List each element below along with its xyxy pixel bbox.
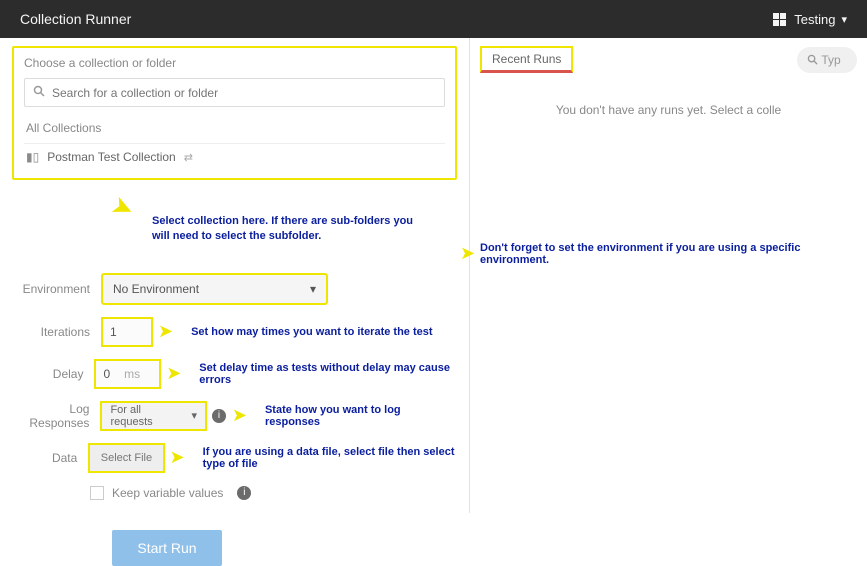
- iterations-input[interactable]: 1: [102, 318, 152, 346]
- arrow-icon: ➤: [158, 321, 173, 342]
- left-pane: Choose a collection or folder All Collec…: [0, 38, 470, 513]
- keep-values-checkbox[interactable]: [90, 486, 104, 500]
- empty-runs-message: You don't have any runs yet. Select a co…: [480, 103, 857, 117]
- all-collections-label: All Collections: [24, 117, 445, 143]
- annotation-data: If you are using a data file, select fil…: [203, 446, 457, 470]
- keep-values-label: Keep variable values: [112, 486, 223, 500]
- recent-runs-tab[interactable]: Recent Runs: [480, 46, 573, 73]
- collection-row[interactable]: ▮▯ Postman Test Collection ⇄: [24, 143, 445, 170]
- choose-collection-panel: Choose a collection or folder All Collec…: [12, 46, 457, 180]
- annotation-collection: ➤ Select collection here. If there are s…: [12, 194, 457, 244]
- annotation-iterations: Set how may times you want to iterate th…: [191, 326, 432, 338]
- share-icon: ⇄: [184, 151, 193, 164]
- iterations-label: Iterations: [12, 325, 102, 339]
- select-file-button[interactable]: Select File: [89, 444, 163, 472]
- annotation-text: Select collection here. If there are sub…: [152, 214, 422, 244]
- collection-search-input[interactable]: [52, 86, 436, 100]
- chevron-down-icon: ▾: [191, 409, 197, 422]
- annotation-log: State how you want to log responses: [265, 404, 457, 428]
- arrow-icon: ➤: [460, 243, 475, 264]
- collection-search[interactable]: [24, 78, 445, 107]
- environment-value: No Environment: [113, 282, 199, 296]
- log-responses-label: Log Responses: [12, 402, 101, 430]
- folder-icon: ▮▯: [26, 150, 39, 164]
- chevron-down-icon: ▾: [841, 13, 847, 26]
- arrow-icon: ➤: [232, 405, 247, 426]
- header-environment[interactable]: Testing ▾: [772, 12, 847, 27]
- right-pane: Recent Runs Typ You don't have any runs …: [470, 38, 867, 513]
- choose-title: Choose a collection or folder: [24, 56, 445, 70]
- header-bar: Collection Runner Testing ▾: [0, 0, 867, 38]
- info-icon[interactable]: i: [237, 486, 251, 500]
- data-label: Data: [12, 451, 89, 465]
- arrow-icon: ➤: [108, 191, 139, 224]
- runs-search[interactable]: Typ: [797, 47, 857, 73]
- app-title: Collection Runner: [20, 11, 131, 27]
- delay-label: Delay: [12, 367, 95, 381]
- info-icon[interactable]: i: [212, 409, 226, 423]
- search-icon: [33, 85, 45, 100]
- grid-icon: [772, 12, 786, 26]
- start-run-button[interactable]: Start Run: [112, 530, 222, 566]
- annotation-delay: Set delay time as tests without delay ma…: [199, 362, 457, 386]
- collection-name: Postman Test Collection: [47, 150, 176, 164]
- arrow-icon: ➤: [170, 447, 185, 468]
- log-responses-dropdown[interactable]: For all requests ▾: [101, 402, 206, 430]
- annotation-environment: Don't forget to set the environment if y…: [480, 242, 840, 266]
- search-icon: [807, 54, 818, 65]
- arrow-icon: ➤: [166, 363, 181, 384]
- environment-label: Environment: [12, 282, 102, 296]
- header-env-label: Testing: [794, 12, 835, 27]
- environment-dropdown[interactable]: No Environment ▾: [102, 274, 327, 304]
- delay-input[interactable]: 0 ms: [95, 360, 160, 388]
- chevron-down-icon: ▾: [310, 282, 316, 296]
